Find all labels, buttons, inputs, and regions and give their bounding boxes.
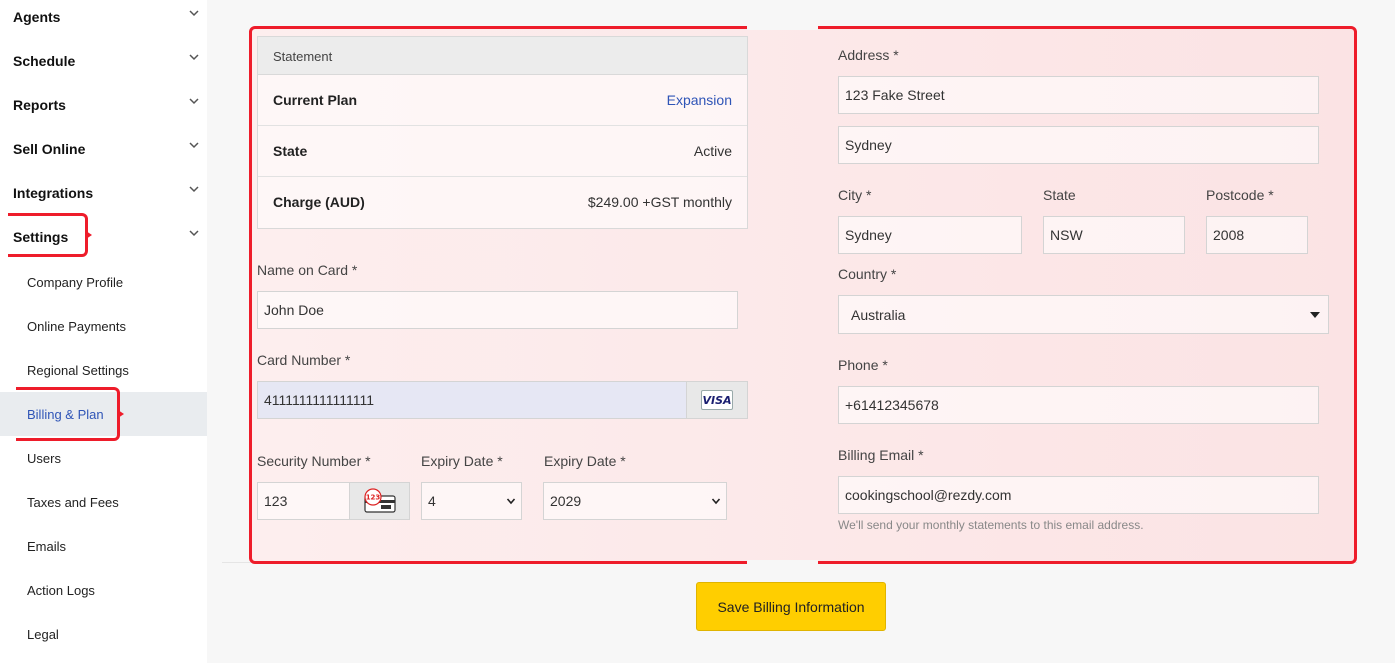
cvv-addon: 123 xyxy=(349,482,410,520)
city-label: City * xyxy=(838,187,872,203)
chevron-down-icon xyxy=(506,498,516,505)
statement-row: State Active xyxy=(258,126,747,177)
sidebar-item-label: Integrations xyxy=(13,185,94,201)
row-key: Charge (AUD) xyxy=(273,194,365,210)
chevron-down-icon xyxy=(711,498,721,505)
country-select[interactable]: Australia xyxy=(838,295,1329,334)
state-input[interactable]: NSW xyxy=(1043,216,1185,254)
chevron-down-icon xyxy=(188,95,200,107)
sidebar-item-company-profile[interactable]: Company Profile xyxy=(0,260,207,304)
field-value: 123 Fake Street xyxy=(845,87,945,103)
card-number-label: Card Number * xyxy=(257,352,351,368)
sidebar-item-action-logs[interactable]: Action Logs xyxy=(0,568,207,612)
select-value: 4 xyxy=(428,493,436,509)
caret-down-icon xyxy=(1310,311,1320,318)
expiry-month-label: Expiry Date * xyxy=(421,453,503,469)
save-billing-button[interactable]: Save Billing Information xyxy=(696,582,886,631)
security-number-label: Security Number * xyxy=(257,453,371,469)
sidebar-item-label: Schedule xyxy=(13,53,76,69)
card-number-input[interactable]: 4111111111111111 xyxy=(257,381,687,419)
billing-email-label: Billing Email * xyxy=(838,447,924,463)
sidebar-item-sell-online[interactable]: Sell Online xyxy=(0,132,207,176)
billing-email-input[interactable]: cookingschool@rezdy.com xyxy=(838,476,1319,514)
statement-row: Charge (AUD) $249.00 +GST monthly xyxy=(258,177,747,228)
select-value: 2029 xyxy=(550,493,582,509)
chevron-down-icon xyxy=(188,139,200,151)
phone-input[interactable]: +61412345678 xyxy=(838,386,1319,424)
sidebar-item-reports[interactable]: Reports xyxy=(0,88,207,132)
postcode-input[interactable]: 2008 xyxy=(1206,216,1308,254)
row-key: Current Plan xyxy=(273,92,358,108)
panel-gap xyxy=(747,23,818,30)
sidebar-item-taxes-fees[interactable]: Taxes and Fees xyxy=(0,480,207,524)
field-value: NSW xyxy=(1050,227,1083,243)
sidebar-item-label: Reports xyxy=(13,97,66,113)
billing-email-hint: We'll send your monthly statements to th… xyxy=(838,518,1144,532)
row-value: $249.00 +GST monthly xyxy=(587,194,732,210)
expiry-year-label: Expiry Date * xyxy=(544,453,626,469)
field-value: cookingschool@rezdy.com xyxy=(845,487,1012,503)
field-value: 2008 xyxy=(1213,227,1245,243)
sidebar-item-emails[interactable]: Emails xyxy=(0,524,207,568)
sidebar: Agents Schedule Reports Sell Online Inte… xyxy=(0,0,207,663)
country-label: Country * xyxy=(838,266,897,282)
sidebar-item-label: Regional Settings xyxy=(27,363,129,378)
cvv-icon-text: 123 xyxy=(365,494,380,502)
sidebar-item-label: Online Payments xyxy=(27,319,126,334)
visa-icon: VISA xyxy=(701,390,733,410)
statement-table: Statement Current Plan Expansion State A… xyxy=(257,36,748,229)
expiry-month-select[interactable]: 4 xyxy=(421,482,522,520)
cvv-card-icon: 123 xyxy=(363,488,396,513)
sidebar-item-label: Action Logs xyxy=(27,583,95,598)
field-value: Sydney xyxy=(845,227,892,243)
field-value: 4111111111111111 xyxy=(264,392,375,408)
phone-label: Phone * xyxy=(838,357,888,373)
field-value: John Doe xyxy=(264,302,324,318)
select-value: Australia xyxy=(851,306,906,323)
sidebar-item-schedule[interactable]: Schedule xyxy=(0,44,207,88)
sidebar-item-online-payments[interactable]: Online Payments xyxy=(0,304,207,348)
sidebar-item-agents[interactable]: Agents xyxy=(0,0,207,44)
plan-link[interactable]: Expansion xyxy=(667,92,732,108)
city-input[interactable]: Sydney xyxy=(838,216,1022,254)
chevron-down-icon xyxy=(188,227,200,239)
field-value: 123 xyxy=(264,493,288,509)
sidebar-item-label: Emails xyxy=(27,539,67,554)
expiry-year-select[interactable]: 2029 xyxy=(543,482,727,520)
security-number-input[interactable]: 123 xyxy=(257,482,350,520)
highlight-marker xyxy=(16,387,124,441)
sidebar-item-label: Legal xyxy=(27,627,59,642)
highlight-marker xyxy=(8,213,92,257)
sidebar-item-label: Sell Online xyxy=(13,141,86,157)
sidebar-item-legal[interactable]: Legal xyxy=(0,612,207,656)
postcode-label: Postcode * xyxy=(1206,187,1274,203)
field-value: +61412345678 xyxy=(845,397,939,413)
panel-gap xyxy=(747,560,818,567)
address-line2-input[interactable]: Sydney xyxy=(838,126,1319,164)
chevron-down-icon xyxy=(188,183,200,195)
sidebar-item-label: Users xyxy=(27,451,61,466)
chevron-down-icon xyxy=(188,7,200,19)
row-value: Active xyxy=(693,143,732,159)
chevron-down-icon xyxy=(188,51,200,63)
statement-row: Current Plan Expansion xyxy=(258,75,747,126)
name-on-card-input[interactable]: John Doe xyxy=(257,291,738,329)
name-on-card-label: Name on Card * xyxy=(257,262,358,278)
sidebar-item-label: Taxes and Fees xyxy=(27,495,119,510)
sidebar-item-regional-settings[interactable]: Regional Settings xyxy=(0,348,207,392)
card-brand-addon: VISA xyxy=(686,381,748,419)
address-line1-input[interactable]: 123 Fake Street xyxy=(838,76,1319,114)
statement-heading: Statement xyxy=(258,37,747,75)
sidebar-item-label: Company Profile xyxy=(27,275,124,290)
sidebar-item-label: Agents xyxy=(13,9,61,25)
state-label: State xyxy=(1043,187,1076,203)
sidebar-item-users[interactable]: Users xyxy=(0,436,207,480)
row-key: State xyxy=(273,143,308,159)
field-value: Sydney xyxy=(845,137,892,153)
address-label: Address * xyxy=(838,47,899,63)
